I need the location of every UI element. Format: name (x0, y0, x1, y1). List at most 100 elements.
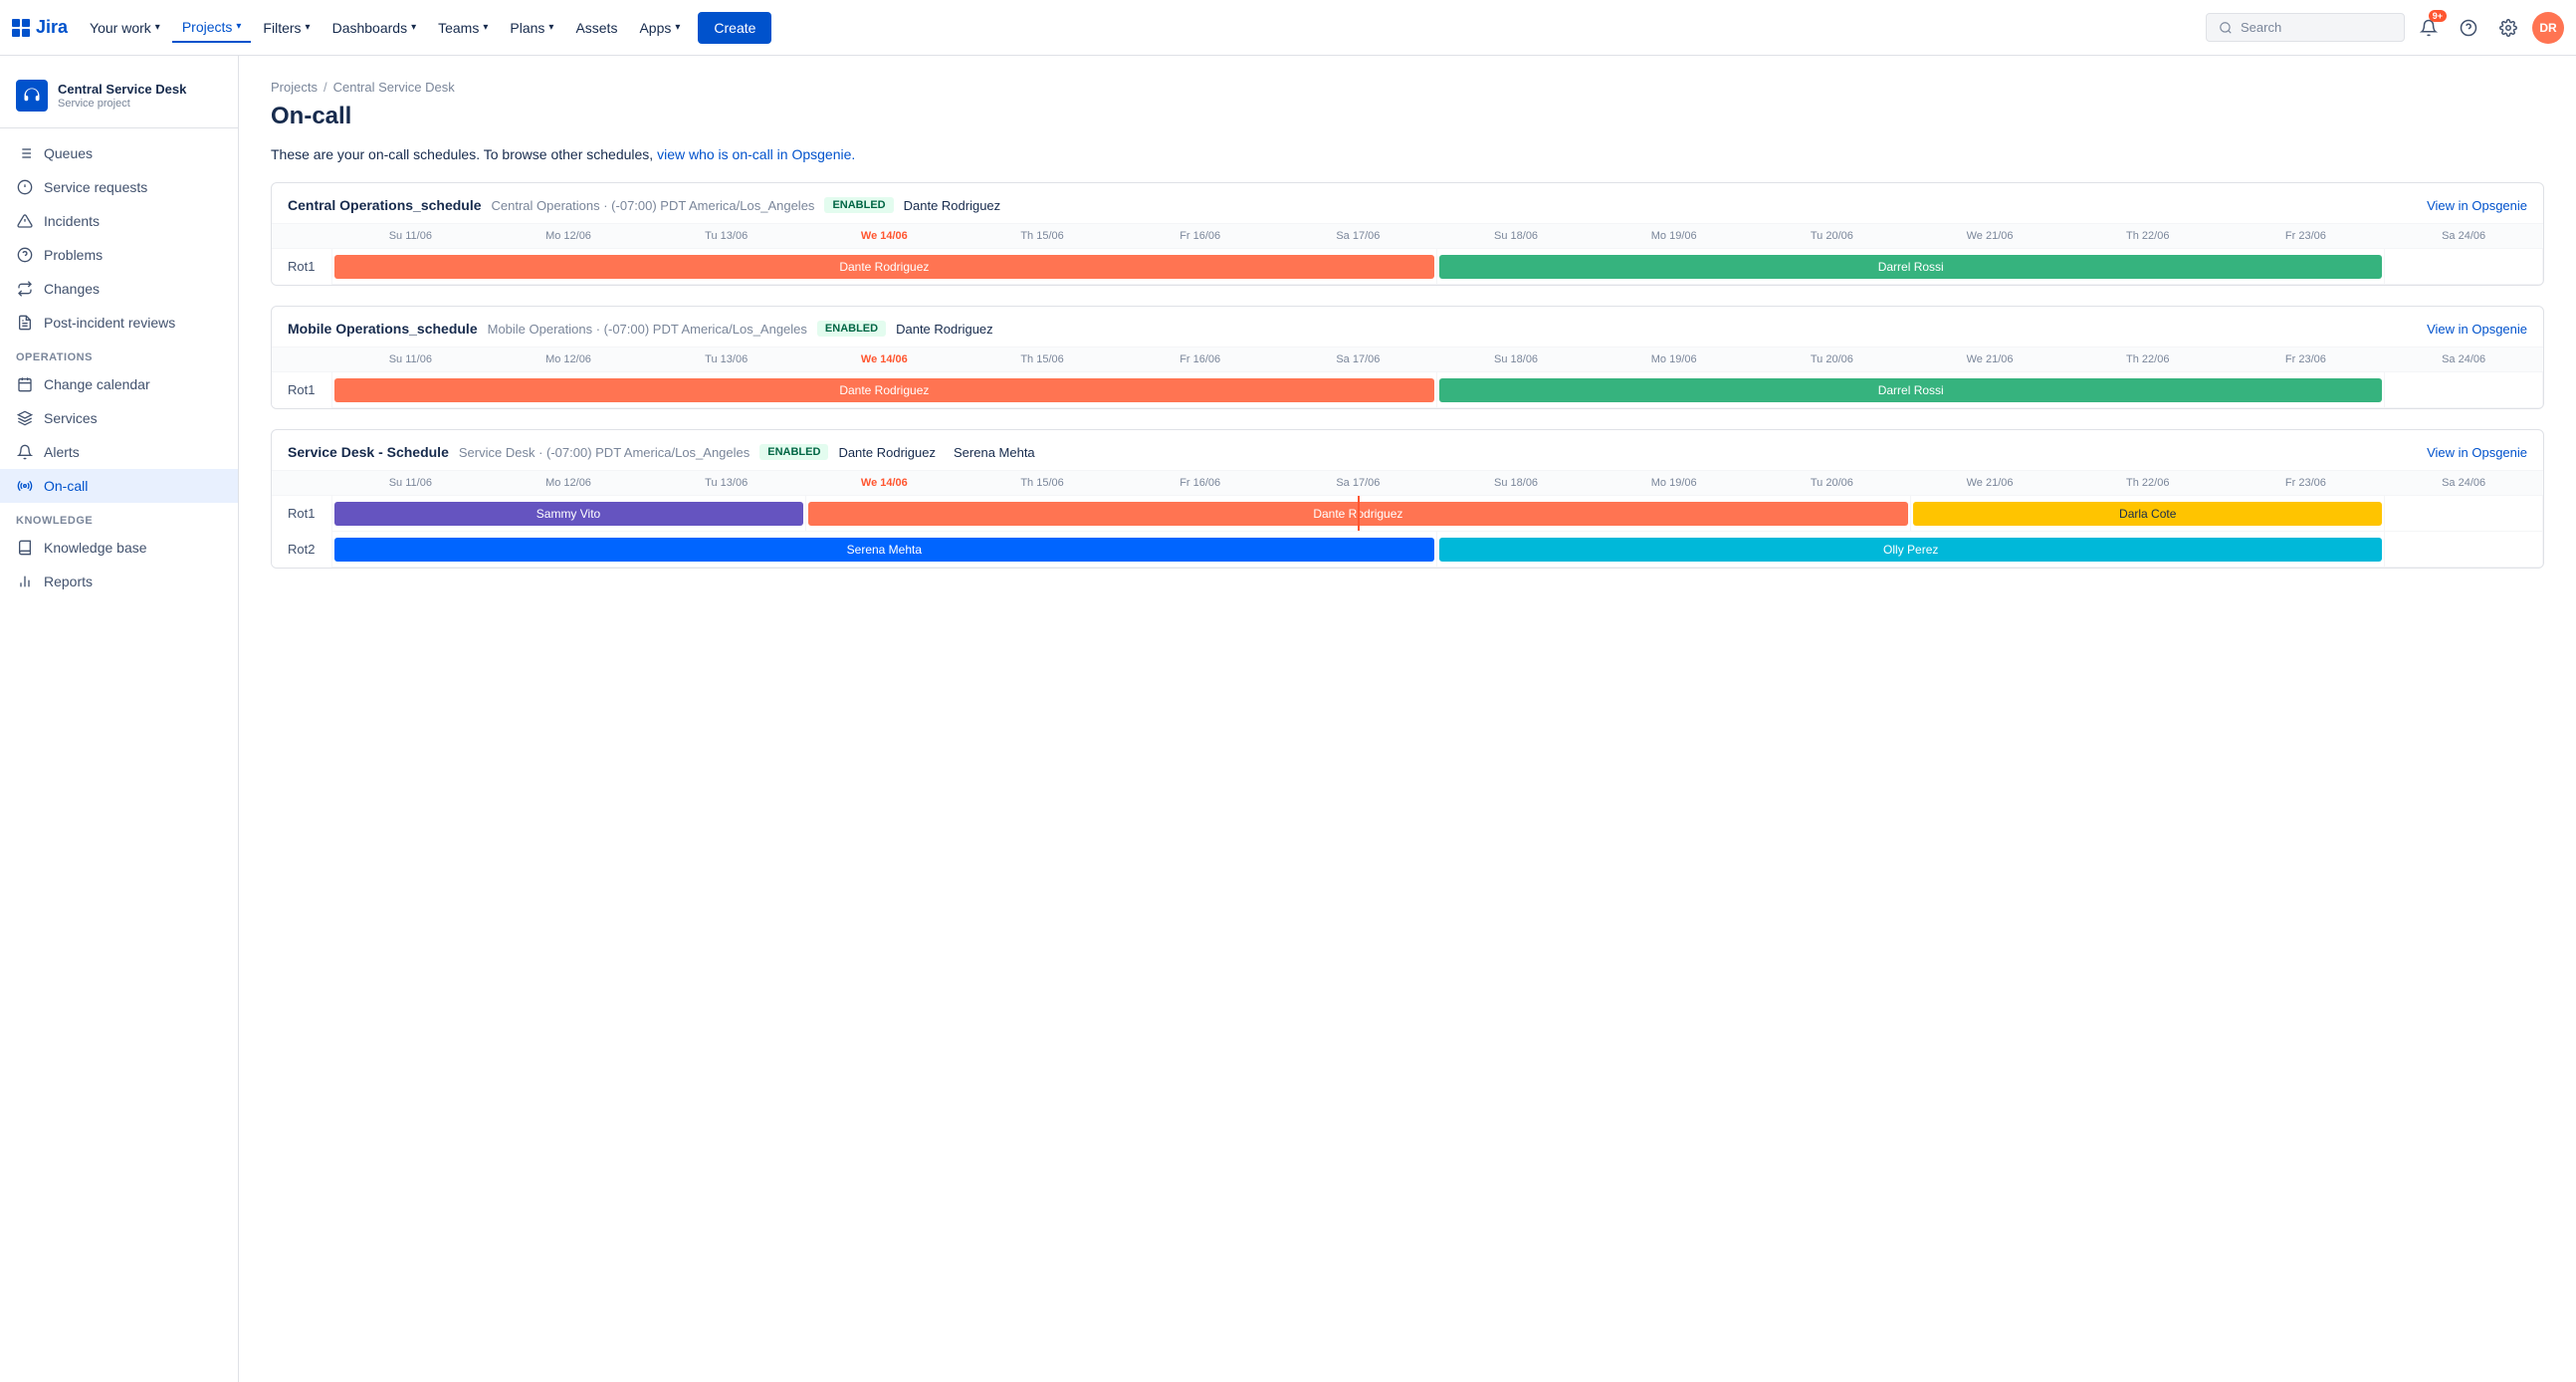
schedule-bar: Darrel Rossi (1439, 255, 2382, 279)
nav-item-projects[interactable]: Projects ▾ (172, 13, 252, 43)
cal-cell: Darrel Rossi (1437, 372, 2385, 408)
cal-cell: Sammy Vito (331, 496, 805, 532)
date-header: Tu 20/06 (1753, 347, 1911, 372)
sidebar-items: Queues Service requests Incidents Problems C… (0, 136, 238, 598)
nav-item-assets[interactable]: Assets (565, 14, 627, 42)
project-name: Central Service Desk (58, 82, 186, 99)
changes-icon (16, 280, 34, 298)
sidebar-item-label: Incidents (44, 213, 100, 229)
sidebar-item-label: Alerts (44, 444, 80, 460)
cal-cell (2385, 532, 2543, 568)
row-label: Rot2 (272, 532, 331, 568)
view-opsgenie-link[interactable]: View in Opsgenie (2427, 198, 2527, 213)
view-opsgenie-link[interactable]: View in Opsgenie (2427, 322, 2527, 337)
sidebar-item-post-incident-reviews[interactable]: Post-incident reviews (0, 306, 238, 340)
search-box[interactable]: Search (2206, 13, 2405, 42)
sidebar-section-knowledge: KNOWLEDGE (0, 503, 238, 531)
schedule-card-2: Service Desk - Schedule Service Desk · (… (271, 429, 2544, 569)
notifications-button[interactable]: 9+ (2413, 12, 2445, 44)
date-header: Fr 16/06 (1121, 471, 1279, 496)
cal-cell: Darla Cote (1911, 496, 2385, 532)
sidebar-item-on-call[interactable]: On-call (0, 469, 238, 503)
schedule-card-1: Mobile Operations_schedule Mobile Operat… (271, 306, 2544, 409)
date-header: Sa 24/06 (2385, 224, 2543, 249)
date-header: Fr 16/06 (1121, 224, 1279, 249)
oncall-icon (16, 477, 34, 495)
sidebar-item-problems[interactable]: Problems (0, 238, 238, 272)
breadcrumb-projects[interactable]: Projects (271, 80, 318, 95)
sidebar-item-change-calendar[interactable]: Change calendar (0, 367, 238, 401)
chevron-down-icon: ▾ (155, 22, 160, 33)
settings-button[interactable] (2492, 12, 2524, 44)
logo[interactable]: Jira (12, 17, 68, 38)
nav-item-filters[interactable]: Filters ▾ (253, 14, 320, 42)
avatar[interactable]: DR (2532, 12, 2564, 44)
nav-item-plans[interactable]: Plans ▾ (500, 14, 563, 42)
table-row: Rot2Serena MehtaOlly Perez (272, 532, 2543, 568)
date-header: Th 22/06 (2068, 347, 2227, 372)
sidebar-item-changes[interactable]: Changes (0, 272, 238, 306)
headset-icon (23, 87, 41, 105)
help-button[interactable] (2453, 12, 2484, 44)
sidebar-item-label: Reports (44, 574, 93, 589)
sidebar-item-services[interactable]: Services (0, 401, 238, 435)
search-icon (2219, 21, 2233, 35)
sidebar-item-queues[interactable]: Queues (0, 136, 238, 170)
schedule-bar: Olly Perez (1439, 538, 2382, 562)
sidebar-item-service-requests[interactable]: Service requests (0, 170, 238, 204)
date-header: Fr 16/06 (1121, 347, 1279, 372)
chevron-down-icon: ▾ (411, 22, 416, 33)
cal-cell (2385, 372, 2543, 408)
queue-icon (16, 144, 34, 162)
view-opsgenie-link[interactable]: View in Opsgenie (2427, 445, 2527, 460)
calendar-grid-2: Su 11/06Mo 12/06Tu 13/06We 14/06Th 15/06… (272, 471, 2543, 568)
sidebar-item-knowledge-base[interactable]: Knowledge base (0, 531, 238, 565)
date-header: We 14/06 (805, 224, 964, 249)
table-row: Rot1Sammy VitoDante RodriguezDarla Cote (272, 496, 2543, 532)
nav-item-apps[interactable]: Apps ▾ (629, 14, 690, 42)
schedule-bar: Serena Mehta (334, 538, 1435, 562)
schedule-status: ENABLED (824, 197, 893, 213)
date-header: Su 11/06 (331, 347, 490, 372)
schedule-header-0: Central Operations_schedule Central Oper… (272, 183, 2543, 224)
oncall-person: Dante Rodriguez (904, 198, 1001, 213)
sidebar-item-reports[interactable]: Reports (0, 565, 238, 598)
sidebar-item-incidents[interactable]: Incidents (0, 204, 238, 238)
reports-icon (16, 573, 34, 590)
jira-logo-text: Jira (36, 17, 68, 38)
sidebar-item-label: Knowledge base (44, 540, 147, 556)
schedule-name: Central Operations_schedule (288, 197, 482, 213)
gear-icon (2499, 19, 2517, 37)
nav-item-dashboards[interactable]: Dashboards ▾ (322, 14, 427, 42)
sidebar-section-operations: OPERATIONS (0, 340, 238, 367)
cal-cell (2385, 249, 2543, 285)
date-header: We 14/06 (805, 471, 964, 496)
date-header: Tu 13/06 (647, 224, 805, 249)
date-header: Mo 12/06 (490, 347, 648, 372)
chevron-down-icon: ▾ (548, 22, 553, 33)
main-content: Projects / Central Service Desk On-call … (239, 56, 2576, 1382)
project-icon (16, 80, 48, 112)
create-button[interactable]: Create (698, 12, 771, 44)
nav-item-your-work[interactable]: Your work ▾ (80, 14, 170, 42)
date-header: Tu 20/06 (1753, 224, 1911, 249)
date-header: Sa 24/06 (2385, 347, 2543, 372)
opsgenie-link[interactable]: view who is on-call in Opsgenie. (657, 146, 855, 162)
table-row: Rot1Dante RodriguezDarrel Rossi (272, 372, 2543, 408)
sidebar-item-label: Service requests (44, 179, 147, 195)
nav-item-teams[interactable]: Teams ▾ (428, 14, 498, 42)
date-header: Mo 19/06 (1595, 224, 1753, 249)
schedule-bar: Darla Cote (1913, 502, 2382, 526)
sidebar-item-alerts[interactable]: Alerts (0, 435, 238, 469)
breadcrumb-central-service-desk[interactable]: Central Service Desk (333, 80, 455, 95)
project-info: Central Service Desk Service project (58, 82, 186, 111)
date-header: Sa 24/06 (2385, 471, 2543, 496)
schedule-bar: Dante Rodriguez (334, 378, 1435, 402)
notification-badge: 9+ (2429, 10, 2447, 22)
alerts-icon (16, 443, 34, 461)
project-header[interactable]: Central Service Desk Service project (0, 68, 238, 128)
date-header: Sa 17/06 (1279, 347, 1437, 372)
calendar-grid-0: Su 11/06Mo 12/06Tu 13/06We 14/06Th 15/06… (272, 224, 2543, 285)
sidebar-item-label: Changes (44, 281, 100, 297)
chevron-down-icon: ▾ (236, 21, 241, 32)
